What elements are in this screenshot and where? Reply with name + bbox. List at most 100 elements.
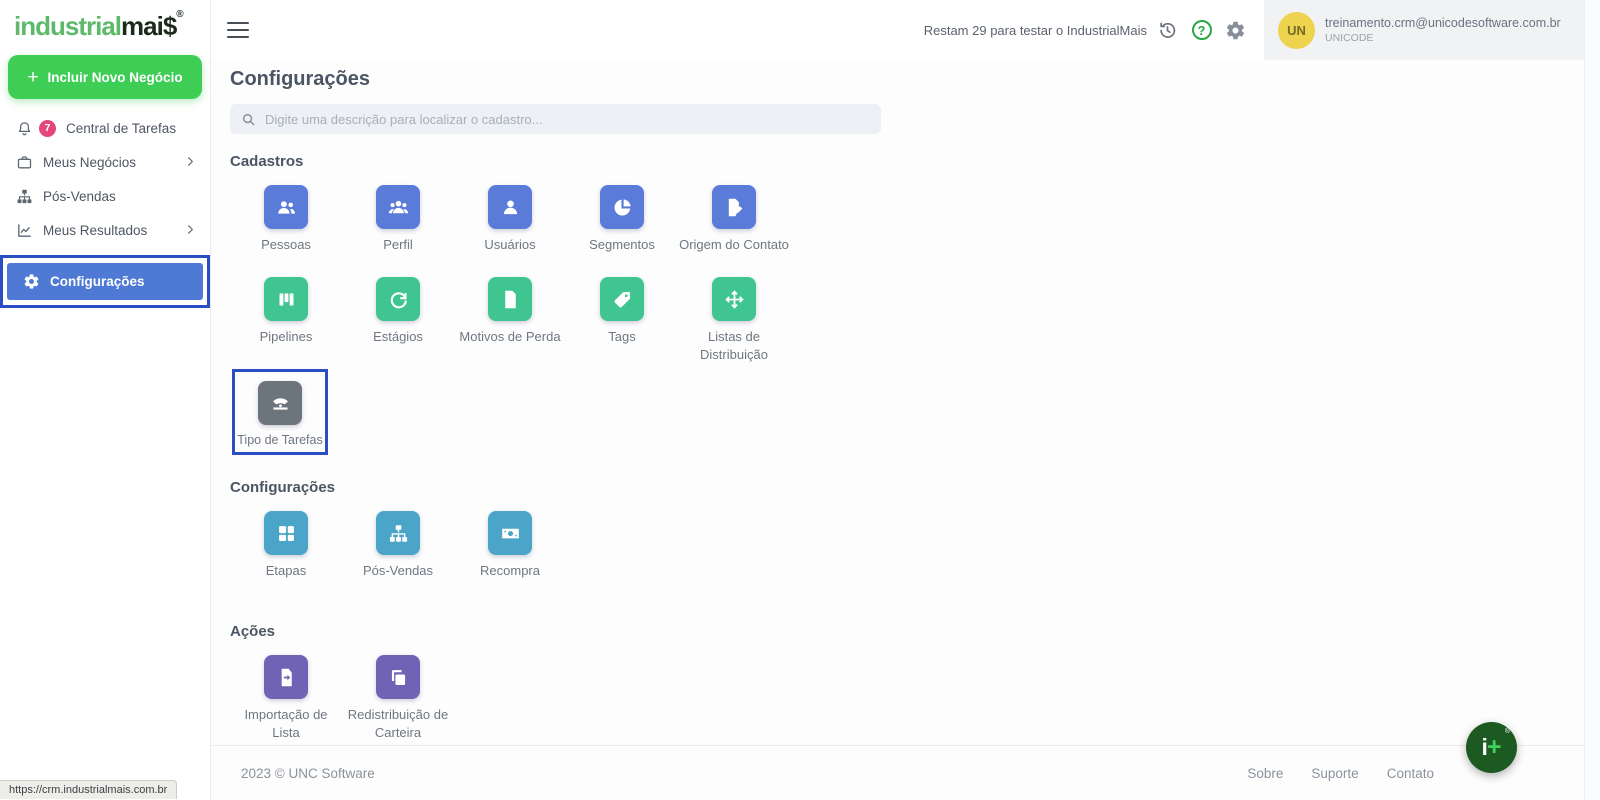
browser-status-url: https://crm.industrialmais.com.br (0, 780, 177, 799)
top-header: Restam 29 para testar o IndustrialMais ?… (211, 0, 1584, 60)
tile-pipelines[interactable]: Pipelines (230, 277, 342, 365)
tile-label: Redistribuição de Carteira (342, 706, 454, 743)
sidebar-item-pos-vendas[interactable]: Pós-Vendas (0, 179, 210, 213)
search-input[interactable] (265, 112, 870, 127)
chevron-right-icon (185, 155, 196, 170)
search-icon (241, 112, 256, 127)
sidebar-menu: 7 Central de Tarefas Meus Negócios Pós-V… (0, 111, 210, 308)
kanban-icon (276, 289, 297, 310)
tile-motivos-de-perda[interactable]: Motivos de Perda (454, 277, 566, 365)
sidebar-item-label: Meus Resultados (43, 223, 147, 238)
sitemap-icon (388, 523, 409, 544)
copyright-text: 2023 © UNC Software (241, 766, 375, 781)
tile-label: Recompra (480, 562, 540, 599)
sidebar-item-central-de-tarefas[interactable]: 7 Central de Tarefas (0, 111, 210, 145)
file-pen-icon (724, 197, 745, 218)
tile-row: Importação de Lista Redistribuição de Ca… (230, 655, 1584, 743)
tile-pessoas[interactable]: Pessoas (230, 185, 342, 273)
tile-origem-do-contato[interactable]: Origem do Contato (678, 185, 790, 273)
tile-usuarios[interactable]: Usuários (454, 185, 566, 273)
section-heading-acoes: Ações (230, 623, 1584, 640)
help-icon[interactable]: ? (1191, 20, 1212, 41)
sitemap-icon (16, 188, 33, 205)
briefcase-icon (16, 154, 33, 171)
footer-link-suporte[interactable]: Suporte (1311, 766, 1358, 781)
section-heading-cadastros: Cadastros (230, 153, 1584, 170)
sidebar: industrialmai$® + Incluir Novo Negócio 7… (0, 0, 211, 800)
users-icon (388, 197, 409, 218)
new-deal-button[interactable]: + Incluir Novo Negócio (8, 55, 202, 99)
history-icon[interactable] (1157, 20, 1178, 41)
tile-listas-de-distribuicao[interactable]: Listas de Distribuição (678, 277, 790, 365)
new-deal-button-label: Incluir Novo Negócio (48, 70, 183, 85)
tile-label: Pipelines (260, 328, 313, 365)
sidebar-item-label: Meus Negócios (43, 155, 136, 170)
user-menu[interactable]: UN treinamento.crm@unicodesoftware.com.b… (1264, 0, 1584, 60)
sidebar-item-configuracoes[interactable]: Configurações (7, 263, 203, 300)
user-info: treinamento.crm@unicodesoftware.com.br U… (1325, 16, 1561, 44)
status-url-text: https://crm.industrialmais.com.br (9, 784, 167, 796)
tile-tipo-de-tarefas[interactable]: Tipo de Tarefas (237, 381, 322, 449)
tile-label: Tags (608, 328, 635, 365)
chart-line-icon (16, 222, 33, 239)
annotation-box-sidebar: Configurações (0, 255, 210, 308)
tile-label: Pessoas (261, 236, 311, 273)
main-content: Configurações Cadastros Pessoas Perfil U… (211, 60, 1584, 745)
registered-mark: ® (176, 9, 183, 20)
move-arrows-icon (724, 289, 745, 310)
tile-perfil[interactable]: Perfil (342, 185, 454, 273)
tag-icon (612, 289, 633, 310)
tile-label: Motivos de Perda (459, 328, 560, 365)
tile-redistribuicao-de-carteira[interactable]: Redistribuição de Carteira (342, 655, 454, 743)
tile-importacao-de-lista[interactable]: Importação de Lista (230, 655, 342, 743)
user-icon (500, 197, 521, 218)
page-title: Configurações (230, 68, 1584, 91)
footer-links: Sobre Suporte Contato (1247, 766, 1434, 781)
fab-registered-mark: ® (1505, 728, 1510, 735)
phone-icon (270, 393, 291, 414)
tile-row: Etapas Pós-Vendas Recompra (230, 511, 1584, 599)
tile-label: Tipo de Tarefas (237, 432, 322, 449)
trial-countdown-text: Restam 29 para testar o IndustrialMais (924, 23, 1147, 38)
user-friends-icon (276, 197, 297, 218)
footer: 2023 © UNC Software Sobre Suporte Contat… (211, 745, 1584, 800)
tile-label: Segmentos (589, 236, 655, 273)
plus-icon: + (27, 68, 38, 87)
bell-icon (16, 120, 33, 137)
sidebar-item-meus-negocios[interactable]: Meus Negócios (0, 145, 210, 179)
tile-segmentos[interactable]: Segmentos (566, 185, 678, 273)
tile-recompra[interactable]: Recompra (454, 511, 566, 599)
user-company: UNICODE (1325, 32, 1561, 44)
gear-icon (23, 273, 40, 290)
settings-gear-icon[interactable] (1225, 20, 1246, 41)
brand-fab-button[interactable]: i + ® (1466, 722, 1517, 773)
footer-link-sobre[interactable]: Sobre (1247, 766, 1283, 781)
fab-plus-glyph: + (1487, 733, 1502, 762)
copy-icon (388, 667, 409, 688)
sidebar-item-label: Pós-Vendas (43, 189, 116, 204)
sidebar-item-meus-resultados[interactable]: Meus Resultados (0, 213, 210, 247)
tile-pos-vendas[interactable]: Pós-Vendas (342, 511, 454, 599)
vertical-scrollbar[interactable] (1584, 0, 1600, 800)
tile-etapas[interactable]: Etapas (230, 511, 342, 599)
tile-tags[interactable]: Tags (566, 277, 678, 365)
task-count-badge: 7 (39, 120, 56, 137)
money-bill-icon (500, 523, 521, 544)
tile-row: Pessoas Perfil Usuários Segmentos Origem… (230, 185, 1584, 273)
tile-label: Listas de Distribuição (678, 328, 790, 365)
avatar: UN (1278, 12, 1315, 49)
hamburger-menu-icon[interactable] (227, 22, 249, 38)
app-logo: industrialmai$® (0, 0, 210, 42)
annotation-box-tipo-de-tarefas: Tipo de Tarefas (232, 369, 328, 455)
tile-label: Pós-Vendas (363, 562, 433, 599)
header-icons: ? (1157, 20, 1246, 41)
sidebar-item-label: Configurações (50, 274, 145, 289)
tile-estagios[interactable]: Estágios (342, 277, 454, 365)
chart-pie-icon (612, 197, 633, 218)
tile-label: Etapas (266, 562, 306, 599)
help-glyph: ? (1198, 24, 1206, 37)
footer-link-contato[interactable]: Contato (1387, 766, 1434, 781)
file-import-icon (276, 667, 297, 688)
tile-label: Perfil (383, 236, 413, 273)
sidebar-item-label: Central de Tarefas (66, 121, 176, 136)
